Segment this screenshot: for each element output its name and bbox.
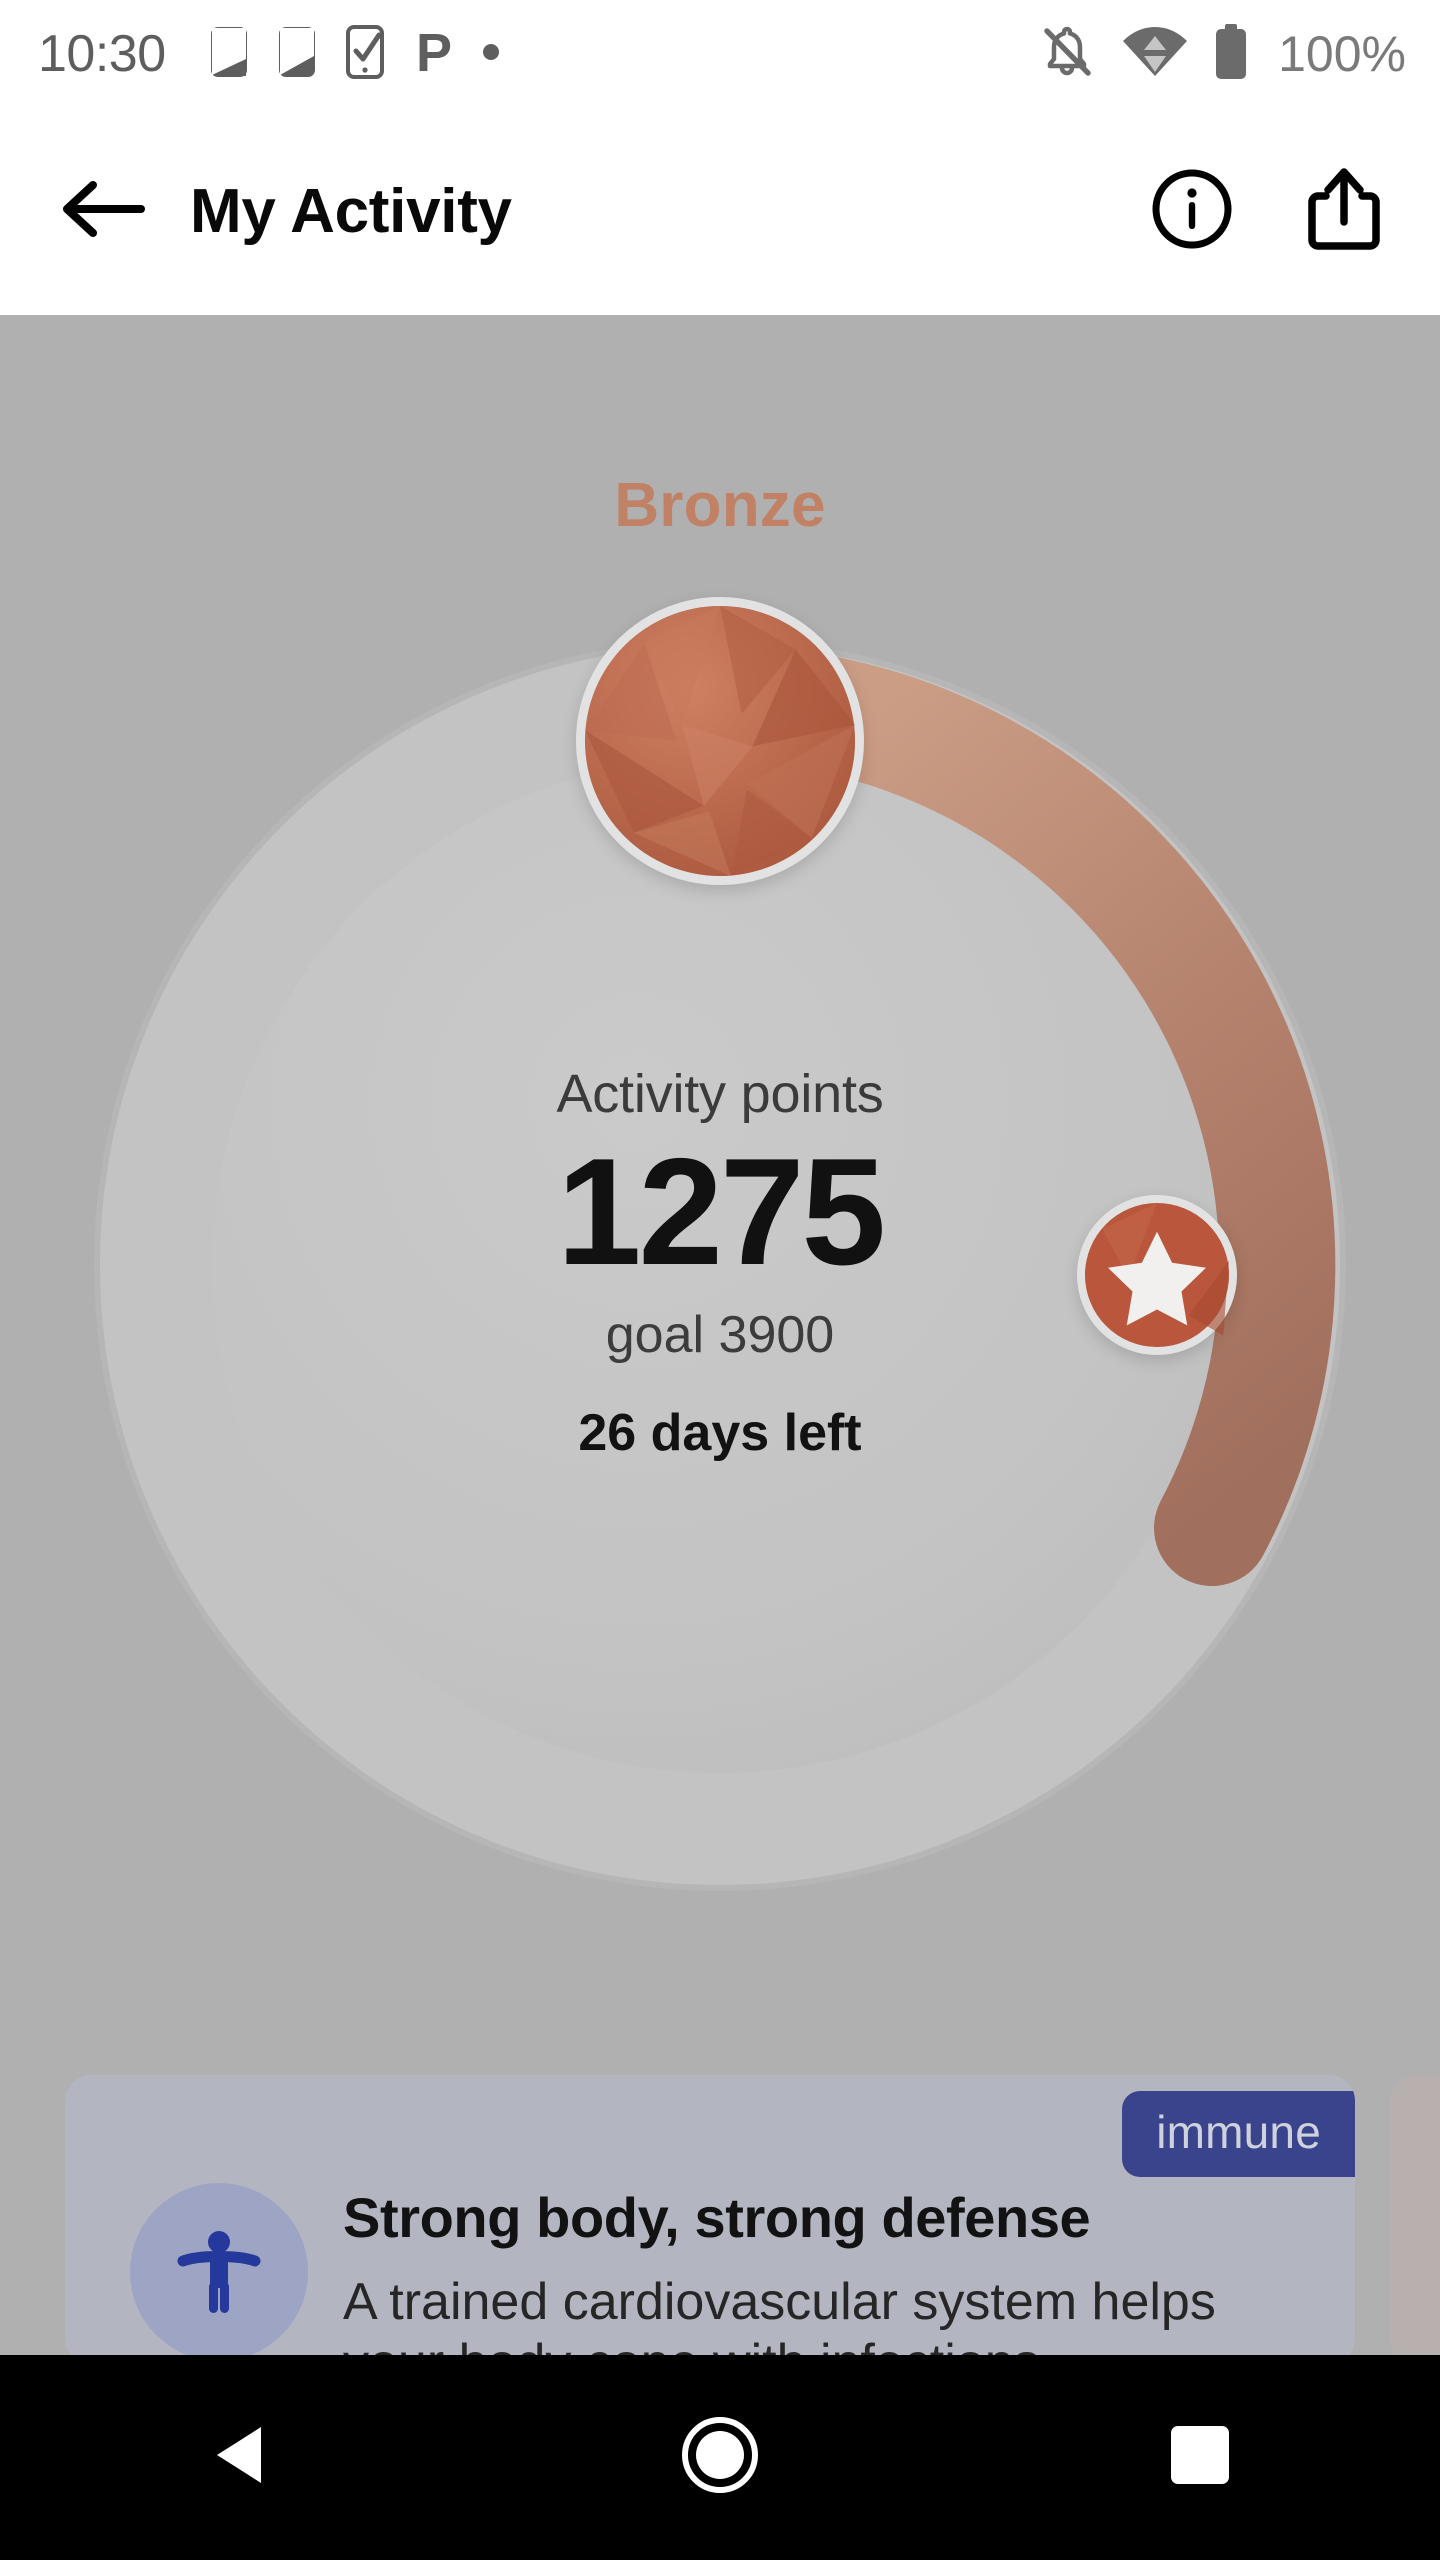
sim-card-icon xyxy=(210,26,248,83)
bronze-medal-icon[interactable] xyxy=(576,597,864,885)
accessibility-person-icon xyxy=(171,2222,267,2323)
tip-card-carousel[interactable]: immune Strong body, strong defense A tra… xyxy=(0,2075,1440,2355)
tier-label: Bronze xyxy=(614,471,826,540)
nav-back-button[interactable] xyxy=(150,2368,330,2548)
card-body: A trained cardiovascular system helps yo… xyxy=(343,2273,1216,2355)
app-bar: My Activity xyxy=(0,108,1440,315)
task-check-phone-icon xyxy=(345,24,386,84)
activity-goal-label: goal 3900 xyxy=(605,1305,835,1364)
activity-progress-ring: Activity points 1275 goal 3900 26 days l… xyxy=(70,597,1370,1915)
arrow-back-icon xyxy=(59,174,145,249)
svg-text:P: P xyxy=(416,25,452,79)
back-button[interactable] xyxy=(52,162,152,262)
nav-home-button[interactable] xyxy=(630,2368,810,2548)
nav-home-circle-icon xyxy=(681,2416,759,2499)
card-icon-circle xyxy=(130,2183,308,2355)
nav-recents-button[interactable] xyxy=(1110,2368,1290,2548)
activity-content: Bronze Activity points 1275 goal 3900 26… xyxy=(0,315,1440,2355)
status-badge: immune xyxy=(1122,2091,1355,2177)
battery-full-icon xyxy=(1214,23,1248,85)
next-tip-card[interactable] xyxy=(1390,2075,1440,2355)
info-circle-icon xyxy=(1151,168,1233,255)
page-title: My Activity xyxy=(190,177,512,246)
days-left-label: 26 days left xyxy=(578,1403,862,1462)
star-badge-icon[interactable] xyxy=(1077,1195,1237,1355)
app-bar-actions xyxy=(1144,164,1392,260)
share-button[interactable] xyxy=(1296,164,1392,260)
info-button[interactable] xyxy=(1144,164,1240,260)
phone-screen: 10:30 P 100% My Activity Bronze Activity… xyxy=(0,0,1440,2560)
status-notification-icons: P xyxy=(210,23,500,84)
sim-card-icon xyxy=(278,26,316,83)
status-time: 10:30 xyxy=(38,25,166,83)
wifi-icon xyxy=(1122,26,1188,83)
card-text-block: Strong body, strong defense A trained ca… xyxy=(343,2185,1243,2355)
nav-recents-square-icon xyxy=(1169,2424,1231,2491)
notifications-off-icon xyxy=(1038,23,1096,86)
status-system-icons: 100% xyxy=(1038,23,1406,86)
share-icon xyxy=(1306,166,1382,257)
battery-percent-label: 100% xyxy=(1278,26,1406,82)
android-nav-bar xyxy=(0,2355,1440,2560)
card-title: Strong body, strong defense xyxy=(343,2186,1091,2249)
activity-points-value: 1275 xyxy=(556,1127,886,1298)
dot-icon xyxy=(482,43,500,66)
activity-points-label: Activity points xyxy=(556,1064,884,1125)
status-bar: 10:30 P 100% xyxy=(0,0,1440,108)
tip-card[interactable]: immune Strong body, strong defense A tra… xyxy=(65,2075,1355,2355)
parking-p-icon: P xyxy=(416,23,452,84)
nav-back-triangle-icon xyxy=(211,2423,269,2492)
